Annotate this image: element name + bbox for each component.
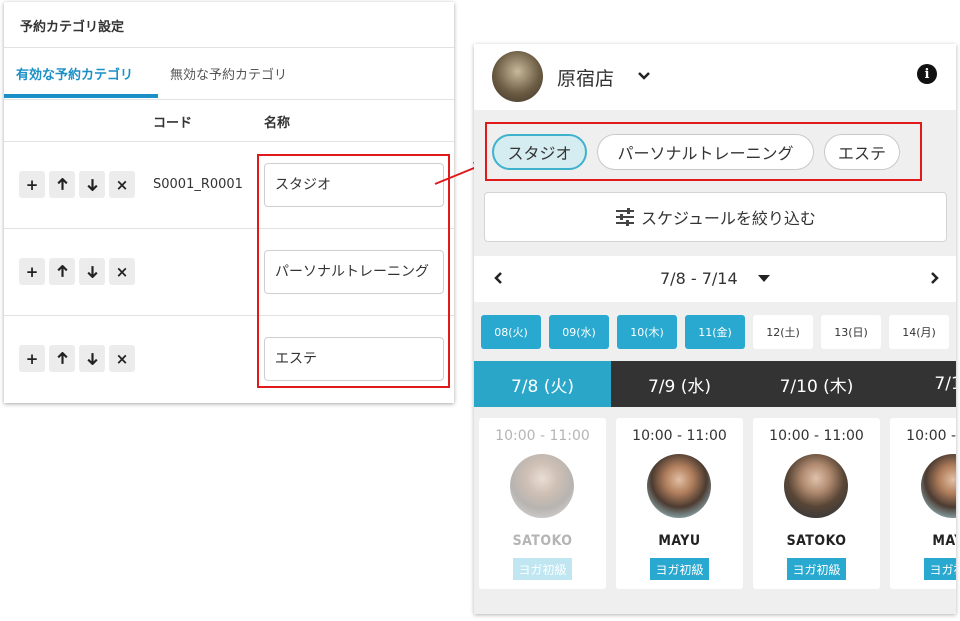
lesson-level-badge: ヨガ初級 bbox=[924, 558, 956, 580]
date-column-header: 7/10 (木) bbox=[779, 376, 854, 397]
instructor-photo bbox=[784, 454, 848, 518]
store-name[interactable]: 原宿店 bbox=[557, 64, 614, 91]
move-up-button[interactable] bbox=[49, 258, 75, 285]
pills-highlight-box bbox=[485, 122, 922, 181]
day-chip[interactable]: 10(木) bbox=[617, 315, 677, 349]
lesson-card[interactable]: 10:00 - 11:00 MAYU ヨガ初級 bbox=[890, 418, 956, 589]
move-down-button[interactable] bbox=[79, 345, 105, 372]
day-chip[interactable]: 09(水) bbox=[549, 315, 609, 349]
table-header: コード 名称 bbox=[4, 100, 454, 142]
lesson-card[interactable]: 10:00 - 11:00 SATOKO ヨガ初級 bbox=[753, 418, 880, 589]
add-row-button[interactable]: + bbox=[19, 258, 45, 285]
instructor-photo bbox=[647, 454, 711, 518]
date-column-header: 7/8 (火) bbox=[474, 361, 611, 407]
up-arrow-icon bbox=[56, 178, 68, 190]
lesson-level-badge: ヨガ初級 bbox=[513, 558, 572, 580]
panel-title: 予約カテゴリ設定 bbox=[4, 2, 454, 48]
name-column-header: 名称 bbox=[264, 116, 291, 131]
add-row-button[interactable]: + bbox=[19, 345, 45, 372]
name-highlight-box bbox=[257, 154, 450, 388]
day-chip[interactable]: 08(火) bbox=[481, 315, 541, 349]
day-chip[interactable]: 11(金) bbox=[685, 315, 745, 349]
chevron-down-icon[interactable] bbox=[637, 69, 651, 83]
date-column-header: 7/9 (水) bbox=[647, 376, 712, 397]
code-column-header: コード bbox=[153, 116, 193, 131]
lesson-time: 10:00 - 11:00 bbox=[495, 428, 590, 444]
date-column-header: 7/11 bbox=[934, 374, 956, 394]
week-range[interactable]: 7/8 - 7/14 bbox=[660, 269, 738, 288]
chevron-right-icon[interactable] bbox=[926, 270, 942, 286]
filter-schedule-button[interactable]: スケジュールを絞り込む bbox=[484, 192, 947, 242]
instructor-photo bbox=[510, 454, 574, 518]
lesson-time: 10:00 - 11:00 bbox=[769, 428, 864, 444]
delete-row-button[interactable]: × bbox=[109, 171, 135, 198]
store-avatar bbox=[492, 51, 543, 102]
up-arrow-icon bbox=[56, 352, 68, 364]
instructor-name: MAYU bbox=[658, 533, 701, 549]
instructor-name: MAYU bbox=[932, 533, 956, 549]
lesson-card[interactable]: 10:00 - 11:00 MAYU ヨガ初級 bbox=[616, 418, 743, 589]
info-icon[interactable]: i bbox=[917, 64, 937, 84]
week-navigator: 7/8 - 7/14 bbox=[474, 256, 956, 302]
day-chip[interactable]: 14(月) bbox=[889, 315, 949, 349]
chevron-left-icon[interactable] bbox=[491, 270, 507, 286]
lesson-card[interactable]: 10:00 - 11:00 SATOKO ヨガ初級 bbox=[479, 418, 606, 589]
down-arrow-icon bbox=[86, 266, 98, 278]
add-row-button[interactable]: + bbox=[19, 171, 45, 198]
lesson-level-badge: ヨガ初級 bbox=[787, 558, 846, 580]
store-header: 原宿店 i bbox=[474, 44, 956, 110]
instructor-name: SATOKO bbox=[786, 533, 847, 549]
lesson-level-badge: ヨガ初級 bbox=[650, 558, 709, 580]
lesson-time: 10:00 - 11:00 bbox=[632, 428, 727, 444]
down-arrow-icon bbox=[86, 179, 98, 191]
move-down-button[interactable] bbox=[79, 171, 105, 198]
down-arrow-icon bbox=[86, 353, 98, 365]
active-tab-indicator bbox=[4, 94, 158, 98]
caret-down-icon[interactable] bbox=[758, 275, 770, 283]
filter-label: スケジュールを絞り込む bbox=[641, 209, 816, 228]
move-up-button[interactable] bbox=[49, 171, 75, 198]
tab-inactive-categories[interactable]: 無効な予約カテゴリ bbox=[170, 64, 287, 83]
tab-bar: 有効な予約カテゴリ 無効な予約カテゴリ bbox=[4, 48, 454, 100]
day-chip[interactable]: 12(土) bbox=[753, 315, 813, 349]
category-code: S0001_R0001 bbox=[153, 177, 243, 192]
lesson-time: 10:00 - 11:00 bbox=[906, 428, 956, 444]
up-arrow-icon bbox=[56, 265, 68, 277]
move-up-button[interactable] bbox=[49, 345, 75, 372]
move-down-button[interactable] bbox=[79, 258, 105, 285]
sliders-icon bbox=[616, 208, 635, 226]
day-chip[interactable]: 13(日) bbox=[821, 315, 881, 349]
instructor-photo bbox=[921, 454, 956, 518]
date-header-bar: 7/8 (火) 7/9 (水) 7/10 (木) 7/11 bbox=[474, 361, 956, 407]
delete-row-button[interactable]: × bbox=[109, 258, 135, 285]
tab-active-categories[interactable]: 有効な予約カテゴリ bbox=[16, 64, 133, 83]
delete-row-button[interactable]: × bbox=[109, 345, 135, 372]
instructor-name: SATOKO bbox=[512, 533, 573, 549]
